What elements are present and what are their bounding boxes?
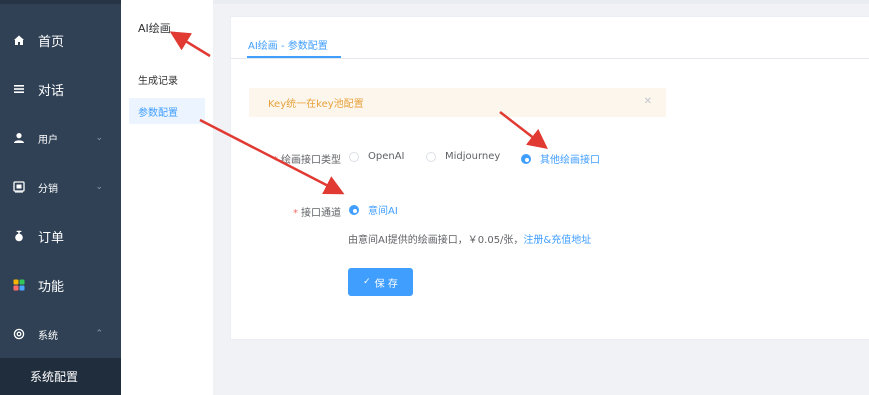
type-label-text: 绘画接口类型 <box>281 155 341 166</box>
user-icon <box>12 131 26 145</box>
top-strip <box>121 0 869 4</box>
radio-label: Midjourney <box>445 151 501 162</box>
radio-label: OpenAI <box>368 151 405 162</box>
close-icon[interactable]: ✕ <box>644 96 652 107</box>
sidebar-item-chat[interactable]: 对话 <box>0 67 121 111</box>
radio-dot <box>426 151 436 162</box>
info-alert: Key统一在key池配置 ✕ <box>249 88 666 117</box>
sidebar-subitem-system-config[interactable]: 系统配置 <box>0 358 121 395</box>
sidebar-item-label: 对话 <box>38 83 65 99</box>
tab-params[interactable]: AI绘画 - 参数配置 <box>248 37 328 52</box>
subside-item-params[interactable]: 参数配置 <box>129 98 205 124</box>
channel-hint: 由意间AI提供的绘画接口，￥0.05/张，注册&充值地址 <box>348 231 591 246</box>
radio-dot <box>349 204 359 215</box>
subside-item-history[interactable]: 生成记录 <box>129 66 205 92</box>
sidebar-item-label: 用户 <box>38 134 58 146</box>
secondary-sidebar: AI绘画 生成记录 参数配置 <box>121 0 213 395</box>
sidebar-item-features[interactable]: 功能 <box>0 263 121 307</box>
share-icon <box>12 180 26 194</box>
chevron-down-icon: ⌄ <box>95 182 103 192</box>
sidebar-item-label: 分销 <box>38 183 58 195</box>
radio-yijian[interactable]: 意间AI <box>349 202 398 217</box>
chevron-down-icon: ⌄ <box>95 133 103 143</box>
sidebar-item-user[interactable]: 用户 ⌄ <box>0 116 121 160</box>
sidebar-item-home[interactable]: 首页 <box>0 18 121 62</box>
required-mark: * <box>273 155 278 166</box>
save-button[interactable]: ✓ 保 存 <box>348 268 413 296</box>
channel-label-text: 接口通道 <box>301 208 341 219</box>
radio-label: 意间AI <box>368 206 398 217</box>
config-card: AI绘画 - 参数配置 Key统一在key池配置 ✕ * 绘画接口类型 OpenA… <box>230 16 869 340</box>
app-root: 首页 对话 用户 ⌄ 分销 ⌄ 订单 功能 系统 ⌃ 系统配置 AI绘画 生成记… <box>0 0 869 395</box>
secondary-sidebar-title: AI绘画 <box>138 22 171 35</box>
required-mark: * <box>293 208 298 219</box>
alert-text: Key统一在key池配置 <box>268 99 364 110</box>
save-label: 保 存 <box>374 278 398 290</box>
sidebar-item-orders[interactable]: 订单 <box>0 214 121 258</box>
radio-openai[interactable]: OpenAI <box>349 151 405 162</box>
radio-label: 其他绘画接口 <box>540 155 600 166</box>
channel-label: * 接口通道 <box>253 204 341 219</box>
home-icon <box>12 33 26 47</box>
radio-dot <box>349 151 359 162</box>
type-label: * 绘画接口类型 <box>253 151 341 166</box>
check-icon: ✓ <box>363 277 371 287</box>
radio-other[interactable]: 其他绘画接口 <box>521 151 600 166</box>
radio-midjourney[interactable]: Midjourney <box>426 151 500 162</box>
radio-dot <box>521 153 531 164</box>
sidebar-item-system[interactable]: 系统 ⌃ <box>0 312 121 356</box>
register-link[interactable]: 注册&充值地址 <box>523 235 591 246</box>
grid-icon <box>12 278 26 292</box>
tab-active-indicator <box>247 56 341 58</box>
gear-icon <box>12 327 26 341</box>
chevron-up-icon: ⌃ <box>95 329 103 339</box>
sidebar-item-distribution[interactable]: 分销 ⌄ <box>0 165 121 209</box>
sidebar-item-label: 首页 <box>38 34 65 50</box>
sidebar-item-label: 订单 <box>38 230 65 246</box>
hint-text: 由意间AI提供的绘画接口，￥0.05/张， <box>348 235 524 246</box>
order-icon <box>12 229 26 243</box>
main-sidebar: 首页 对话 用户 ⌄ 分销 ⌄ 订单 功能 系统 ⌃ 系统配置 <box>0 0 121 395</box>
sidebar-item-label: 功能 <box>38 279 65 295</box>
tab-bar: AI绘画 - 参数配置 <box>231 17 869 59</box>
sidebar-item-label: 系统 <box>38 330 58 342</box>
menu-lines-icon <box>12 82 26 96</box>
